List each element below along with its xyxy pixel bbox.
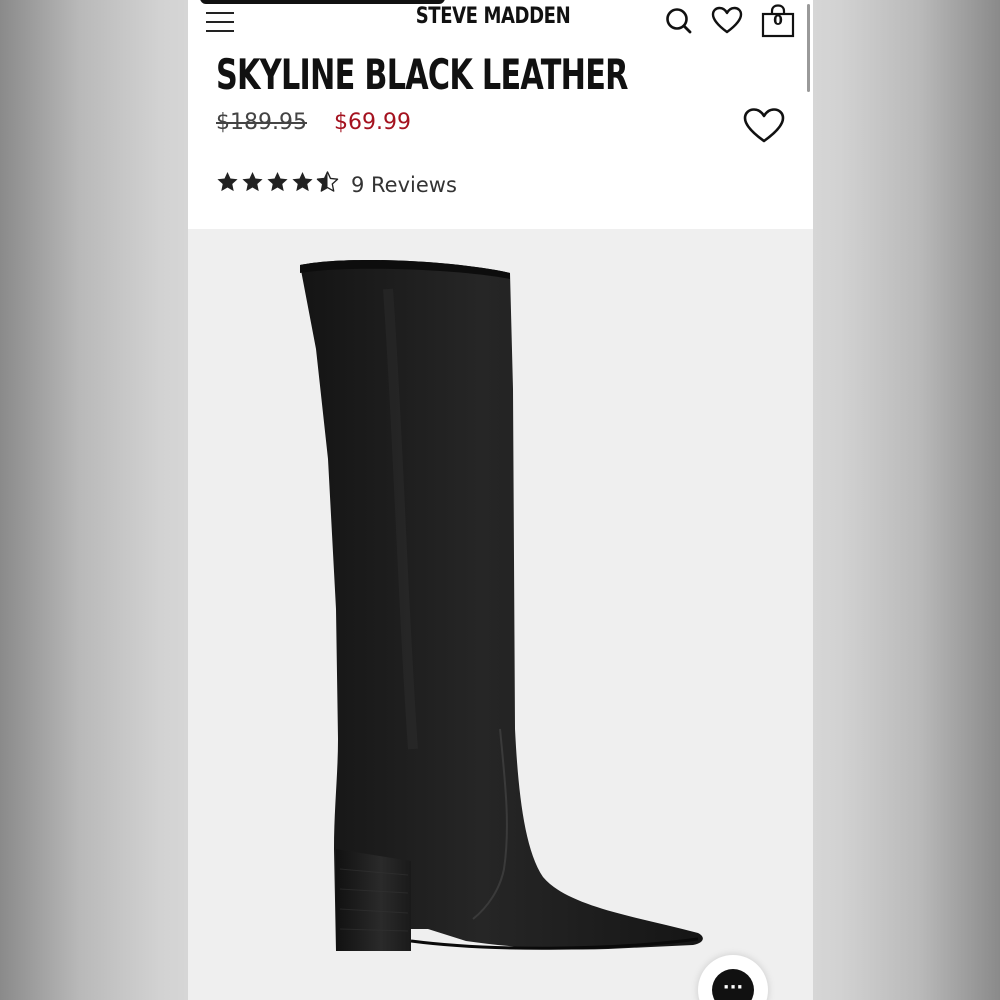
menu-icon[interactable]: [206, 6, 234, 34]
heart-icon[interactable]: [710, 4, 744, 38]
star-full-icon: [292, 171, 313, 192]
star-full-icon: [267, 171, 288, 192]
cart-count: 0: [773, 13, 783, 29]
boot-image: [300, 259, 703, 952]
star-half-icon: [316, 171, 339, 192]
bag-icon[interactable]: 0: [761, 4, 795, 38]
sale-price: $69.99: [334, 110, 411, 135]
rating-stars[interactable]: [216, 170, 339, 196]
product-image[interactable]: [188, 229, 813, 1000]
wishlist-heart-icon[interactable]: [742, 106, 786, 146]
reviews-link[interactable]: 9 Reviews: [351, 173, 457, 197]
chat-icon: ···: [712, 969, 754, 1000]
product-title: SKYLINE BLACK LEATHER: [216, 50, 628, 99]
product-page: STEVE MADDEN 0 SKYLINE BLACK LEATHER $18…: [188, 0, 813, 1000]
search-icon[interactable]: [662, 4, 696, 38]
site-header: STEVE MADDEN 0: [188, 0, 813, 40]
brand-logo[interactable]: STEVE MADDEN: [407, 4, 579, 29]
star-full-icon: [217, 171, 238, 192]
star-full-icon: [242, 171, 263, 192]
original-price: $189.95: [216, 110, 307, 135]
